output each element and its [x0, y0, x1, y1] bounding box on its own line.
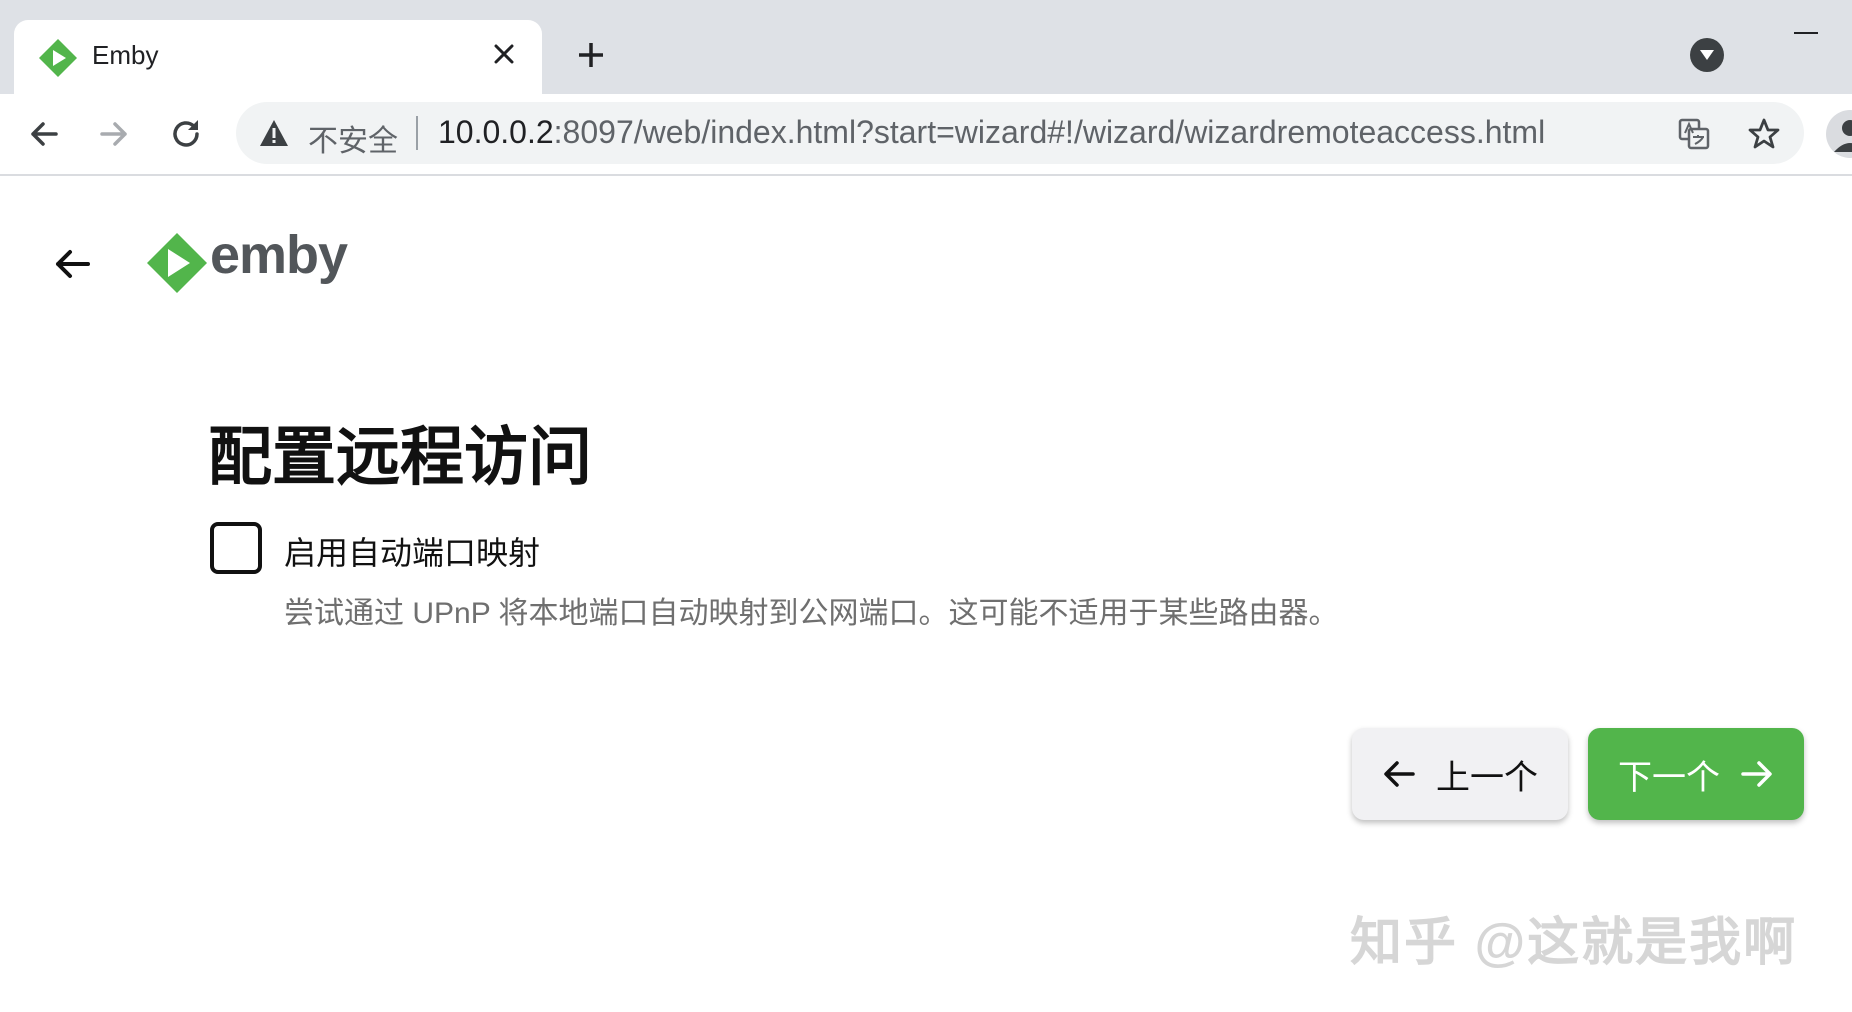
enable-upnp-description: 尝试通过 UPnP 将本地端口自动映射到公网端口。这可能不适用于某些路由器。	[284, 597, 1339, 630]
arrow-right-icon	[1741, 761, 1772, 787]
tab-close-button[interactable]	[484, 34, 524, 74]
address-bar[interactable]: 不安全 10.0.0.2:8097/web/index.html?start=w…	[236, 102, 1804, 164]
browser-tab[interactable]: Emby	[14, 20, 542, 94]
emby-favicon-icon	[39, 39, 77, 77]
translate-icon	[1678, 118, 1710, 150]
previous-button[interactable]: 上一个	[1352, 728, 1568, 820]
bookmark-button[interactable]	[1744, 114, 1784, 154]
url-separator	[416, 116, 418, 150]
tab-search-button[interactable]	[1690, 38, 1724, 72]
close-icon	[494, 44, 514, 64]
emby-logo-icon	[147, 233, 207, 293]
browser-toolbar: 不安全 10.0.0.2:8097/web/index.html?start=w…	[0, 94, 1852, 176]
enable-upnp-label[interactable]: 启用自动端口映射	[284, 528, 540, 574]
security-label[interactable]: 不安全	[308, 116, 398, 160]
arrow-left-icon	[1384, 761, 1415, 787]
url-path: :8097/web/index.html?start=wizard#!/wiza…	[553, 114, 1546, 150]
translate-button[interactable]	[1674, 114, 1714, 154]
browser-forward-button[interactable]	[90, 110, 138, 158]
arrow-left-icon	[56, 250, 90, 278]
chevron-down-icon	[1700, 50, 1714, 60]
url-text[interactable]: 10.0.0.2:8097/web/index.html?start=wizar…	[438, 114, 1545, 151]
browser-tab-strip: Emby	[0, 0, 1852, 94]
emby-wizard-page: emby 配置远程访问 启用自动端口映射 尝试通过 UPnP 将本地端口自动映射…	[0, 176, 1852, 1012]
next-button-label: 下一个	[1618, 758, 1720, 797]
window-minimize-button[interactable]	[1794, 32, 1818, 34]
emby-logo-text: emby	[210, 225, 348, 285]
page-title: 配置远程访问	[208, 421, 592, 493]
reload-icon	[173, 120, 199, 147]
arrow-right-icon	[100, 122, 127, 146]
browser-reload-button[interactable]	[162, 110, 210, 158]
new-tab-button[interactable]	[570, 34, 612, 76]
url-host: 10.0.0.2	[438, 114, 554, 150]
warning-icon	[260, 120, 288, 146]
tab-title: Emby	[92, 40, 159, 70]
browser-back-button[interactable]	[20, 110, 68, 158]
previous-button-label: 上一个	[1436, 758, 1538, 797]
zhihu-watermark: 知乎 @这就是我啊	[1350, 914, 1798, 972]
plus-icon	[579, 43, 603, 67]
arrow-left-icon	[31, 122, 58, 146]
star-icon	[1748, 118, 1780, 149]
next-button[interactable]: 下一个	[1588, 728, 1804, 820]
enable-upnp-checkbox[interactable]	[210, 522, 262, 574]
page-back-button[interactable]	[44, 236, 100, 292]
